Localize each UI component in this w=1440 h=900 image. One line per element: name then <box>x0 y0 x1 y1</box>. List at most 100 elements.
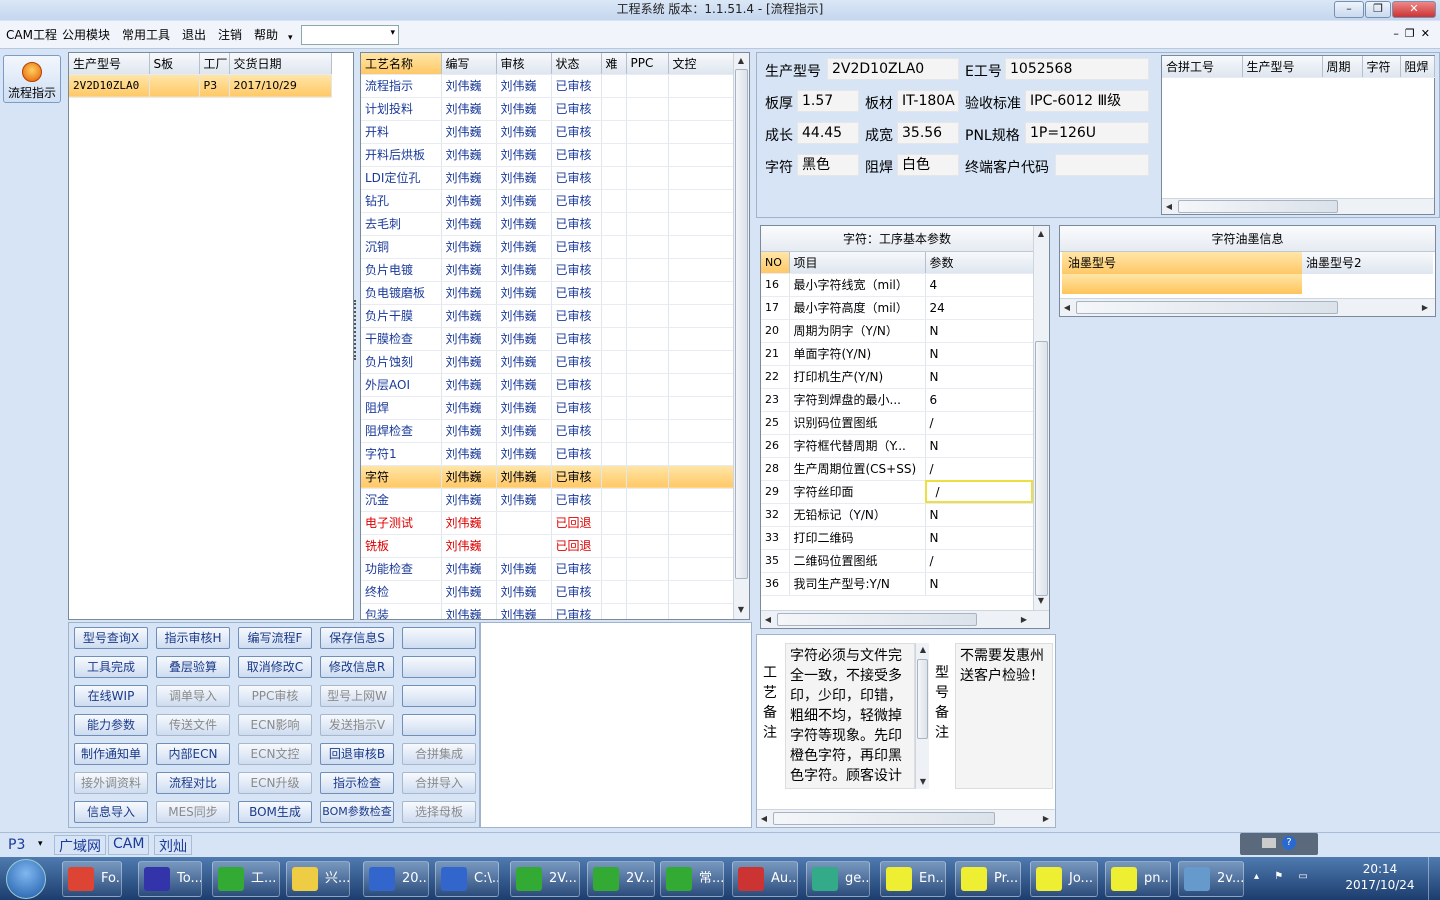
col-header-char[interactable]: 字符 <box>1362 56 1401 78</box>
table-row[interactable]: 35 二维码位置图纸 / <box>761 549 1034 573</box>
params-vscroll[interactable]: ▲ ▼ <box>1033 226 1049 610</box>
table-row[interactable]: 36 我司生产型号:Y/N N <box>761 572 1034 596</box>
action-button[interactable]: 型号上网W <box>320 685 394 707</box>
params-hscroll[interactable]: ◀ ▶ <box>761 610 1049 628</box>
taskbar-item[interactable]: En... <box>880 861 946 897</box>
combine-hscroll[interactable]: ◀ <box>1162 198 1434 214</box>
table-row[interactable]: 负电镀磨板 刘伟巍 刘伟巍 已审核 <box>361 281 734 305</box>
taskbar-item[interactable]: pn... <box>1105 861 1171 897</box>
taskbar-item[interactable]: To... <box>138 861 202 897</box>
field-length[interactable]: 44.45 <box>797 122 859 144</box>
scroll-down-icon[interactable]: ▼ <box>916 777 930 786</box>
table-row[interactable]: 25 识别码位置图纸 / <box>761 411 1034 435</box>
empty-button[interactable] <box>402 714 476 736</box>
scroll-left-icon[interactable]: ◀ <box>761 615 775 624</box>
scroll-down-icon[interactable]: ▼ <box>734 605 748 614</box>
maximize-button[interactable]: ❐ <box>1365 1 1391 18</box>
scroll-left-icon[interactable]: ◀ <box>1060 303 1074 312</box>
table-row[interactable]: 沉铜 刘伟巍 刘伟巍 已审核 <box>361 235 734 259</box>
table-row[interactable]: 外层AOI 刘伟巍 刘伟巍 已审核 <box>361 373 734 397</box>
col-header-doc[interactable]: 文控 <box>668 53 734 75</box>
col-header-no[interactable]: NO <box>761 252 790 274</box>
note-vscroll[interactable]: ▲ ▼ <box>915 643 929 789</box>
scroll-up-icon[interactable]: ▲ <box>1034 229 1048 238</box>
scroll-down-icon[interactable]: ▼ <box>1034 596 1048 605</box>
table-row[interactable]: 20 周期为阴字（Y/N） N <box>761 319 1034 343</box>
start-button[interactable] <box>6 859 46 899</box>
empty-button[interactable] <box>402 627 476 649</box>
show-desktop-button[interactable] <box>1428 857 1440 900</box>
table-row[interactable]: 终检 刘伟巍 刘伟巍 已审核 <box>361 580 734 604</box>
table-row[interactable]: LDI定位孔 刘伟巍 刘伟巍 已审核 <box>361 166 734 190</box>
field-eng[interactable]: 1052568 <box>1005 58 1149 80</box>
action-button[interactable]: 传送文件 <box>156 714 230 736</box>
table-row[interactable]: 29 字符丝印面 / <box>761 480 1034 504</box>
col-header-ink[interactable]: 油墨型号 <box>1062 252 1302 274</box>
action-button[interactable]: 编写流程F <box>238 627 312 649</box>
param-value[interactable]: N <box>925 365 1034 389</box>
mdi-controls[interactable]: –❐✕ <box>1393 27 1436 40</box>
col-header-factory[interactable]: 工厂 <box>199 53 230 75</box>
action-button[interactable]: 保存信息S <box>320 627 394 649</box>
param-value[interactable]: N <box>925 503 1034 527</box>
empty-button[interactable] <box>402 656 476 678</box>
table-row[interactable]: 22 打印机生产(Y/N) N <box>761 365 1034 389</box>
field-char[interactable]: 黑色 <box>797 154 859 176</box>
param-value[interactable]: N <box>925 572 1034 596</box>
action-button[interactable]: ECN文控 <box>238 743 312 765</box>
col-header-author[interactable]: 编写 <box>441 53 497 75</box>
field-thickness[interactable]: 1.57 <box>797 90 859 112</box>
action-button[interactable]: 流程对比 <box>156 772 230 794</box>
scroll-thumb[interactable] <box>1035 341 1048 596</box>
menu-cam[interactable]: CAM工程 <box>6 27 57 43</box>
close-button[interactable]: ✕ <box>1392 1 1436 18</box>
field-customer[interactable] <box>1055 154 1149 176</box>
action-button[interactable]: 选择母板 <box>402 801 476 823</box>
param-value[interactable]: N <box>925 526 1034 550</box>
table-row[interactable]: 负片电镀 刘伟巍 刘伟巍 已审核 <box>361 258 734 282</box>
table-row[interactable]: 字符 刘伟巍 刘伟巍 已审核 <box>361 465 734 489</box>
taskbar-item[interactable]: 常... <box>660 861 724 897</box>
table-row[interactable]: 28 生产周期位置(CS+SS) / <box>761 457 1034 481</box>
tray-icons[interactable]: ▴ ⚑ ▭ <box>1254 871 1334 887</box>
scroll-right-icon[interactable]: ▶ <box>1418 303 1432 312</box>
taskbar-item[interactable]: Pr... <box>955 861 1021 897</box>
action-button[interactable]: 内部ECN <box>156 743 230 765</box>
action-button[interactable]: 合拼导入 <box>402 772 476 794</box>
action-button[interactable]: 能力参数 <box>74 714 148 736</box>
process-vscroll[interactable]: ▲ ▼ <box>733 53 749 619</box>
scroll-left-icon[interactable]: ◀ <box>1162 202 1176 211</box>
table-row[interactable]: 负片干膜 刘伟巍 刘伟巍 已审核 <box>361 304 734 328</box>
menu-combo[interactable]: ▾ <box>301 25 399 45</box>
action-button[interactable]: 合拼集成 <box>402 743 476 765</box>
splitter[interactable] <box>354 300 358 360</box>
table-row[interactable]: 开料后烘板 刘伟巍 刘伟巍 已审核 <box>361 143 734 167</box>
flow-instruction-button[interactable]: 流程指示 <box>3 55 61 103</box>
table-row[interactable]: 2V2D10ZLA0 P3 2017/10/29 <box>69 74 332 98</box>
field-mask[interactable]: 白色 <box>897 154 959 176</box>
table-row[interactable]: 21 单面字符(Y/N) N <box>761 342 1034 366</box>
table-row[interactable] <box>1062 274 1302 294</box>
chevron-down-icon[interactable]: ▾ <box>288 30 293 46</box>
col-header-model[interactable]: 生产型号 <box>1242 56 1323 78</box>
table-row[interactable]: 23 字符到焊盘的最小... 6 <box>761 388 1034 412</box>
menu-exit[interactable]: 退出 <box>182 27 206 43</box>
action-button[interactable]: 修改信息R <box>320 656 394 678</box>
col-header-period[interactable]: 周期 <box>1322 56 1363 78</box>
factory-select[interactable]: P3 <box>8 837 25 853</box>
col-header-s[interactable]: S板 <box>149 53 200 75</box>
action-button[interactable]: 工具完成 <box>74 656 148 678</box>
taskbar-item[interactable]: 工... <box>212 861 280 897</box>
ink-hscroll[interactable]: ◀ ▶ <box>1060 298 1435 316</box>
col-header-ppc[interactable]: PPC <box>626 53 669 75</box>
table-row[interactable]: 干膜检查 刘伟巍 刘伟巍 已审核 <box>361 327 734 351</box>
taskbar-item[interactable]: 兴... <box>286 861 350 897</box>
minimize-button[interactable]: – <box>1334 1 1364 18</box>
scroll-right-icon[interactable]: ▶ <box>1017 615 1031 624</box>
param-value[interactable]: N <box>925 342 1034 366</box>
taskbar-item[interactable]: 2V... <box>510 861 580 897</box>
action-button[interactable]: 回退审核B <box>320 743 394 765</box>
field-width[interactable]: 35.56 <box>897 122 959 144</box>
col-header-mask[interactable]: 阻焊 <box>1400 56 1435 78</box>
col-header-model[interactable]: 生产型号 <box>69 53 150 75</box>
